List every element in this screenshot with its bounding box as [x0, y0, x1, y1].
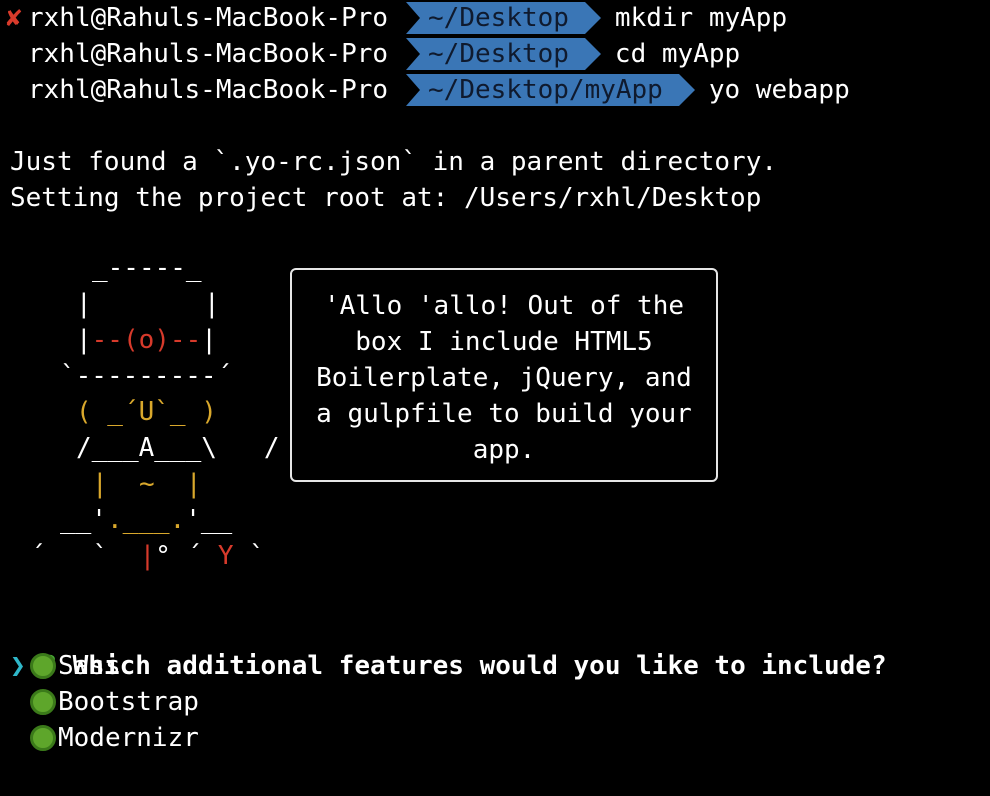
speech-line-5: app. — [472, 435, 536, 465]
art-row-2: | | — [76, 286, 220, 322]
prompt-line-3: rxhl@Rahuls-MacBook-Pro ~/Desktop/myApp … — [28, 72, 850, 108]
prompt-question: ? Which additional features would you li… — [10, 612, 886, 681]
option-bootstrap[interactable]: Bootstrap — [10, 684, 199, 720]
art-row-3-eyes: --(o)-- — [91, 325, 202, 355]
speech-line-4: a gulpfile to build your — [316, 399, 692, 429]
art-row-1: _-----_ — [92, 253, 202, 283]
art-row-9-d: Y — [217, 541, 234, 571]
art-row-3: |--(o)--| — [76, 322, 217, 358]
option-label: Modernizr — [58, 723, 199, 753]
option-label: Sass — [58, 651, 121, 681]
output-line-2: Setting the project root at: /Users/rxhl… — [10, 183, 762, 213]
prompt-line-1: ✘ rxhl@Rahuls-MacBook-Pro ~/Desktop mkdi… — [6, 0, 788, 36]
art-row-9-c: ° ´ — [155, 541, 218, 571]
prompt-command: cd myApp — [614, 39, 741, 69]
art-row-3-right: | — [201, 325, 217, 355]
art-row-9-e: ` — [233, 541, 265, 571]
checked-radio-icon[interactable] — [30, 689, 56, 715]
art-row-7: | ~ | — [92, 469, 202, 499]
output-line-1: Just found a `.yo-rc.json` in a parent d… — [10, 147, 778, 177]
checked-radio-icon[interactable] — [30, 653, 56, 679]
speech-line-1: 'Allo 'allo! Out of the — [323, 291, 685, 321]
art-row-8: __'.___.'__ — [60, 502, 232, 538]
prompt-user: rxhl@Rahuls-MacBook-Pro — [28, 75, 389, 105]
prompt-user: rxhl@Rahuls-MacBook-Pro — [28, 39, 389, 69]
speech-line-2: box I include HTML5 — [355, 327, 653, 357]
art-row-8-left: __' — [60, 505, 107, 535]
question-text: Which additional features would you like… — [72, 651, 887, 681]
art-row-9-b: | — [139, 541, 156, 571]
prompt-path-segment: ~/Desktop — [406, 38, 601, 70]
art-row-8-mid: .___. — [106, 505, 186, 535]
checked-radio-icon[interactable] — [30, 725, 56, 751]
prompt-user: rxhl@Rahuls-MacBook-Pro — [28, 3, 389, 33]
x-mark-icon: ✘ — [6, 3, 22, 33]
art-row-9: ´ ` |° ´ Y ` — [30, 538, 265, 574]
art-row-9-a: ´ ` — [30, 541, 140, 571]
option-sass[interactable]: ❯ Sass — [10, 648, 121, 684]
option-modernizr[interactable]: Modernizr — [10, 720, 199, 756]
terminal-window: { "prompts": [ {"status_icon": "x-mark-i… — [0, 0, 990, 796]
art-row-8-right: '__ — [185, 505, 233, 535]
prompt-path: ~/Desktop — [428, 39, 569, 69]
art-row-2-left: | — [76, 289, 92, 319]
prompt-command: yo webapp — [708, 75, 850, 105]
prompt-path: ~/Desktop/myApp — [428, 75, 663, 105]
art-row-2-right: | — [204, 289, 220, 319]
speech-line-3: Boilerplate, jQuery, and — [316, 363, 692, 393]
art-row-5: ( _´U`_ ) — [76, 397, 217, 427]
art-row-3-left: | — [76, 325, 92, 355]
speech-bubble: 'Allo 'allo! Out of the box I include HT… — [290, 268, 718, 482]
art-row-4: `---------´ — [60, 361, 233, 391]
pointer-icon: ❯ — [10, 651, 26, 681]
prompt-line-2: rxhl@Rahuls-MacBook-Pro ~/Desktop cd myA… — [28, 36, 740, 72]
prompt-path-segment: ~/Desktop — [406, 2, 601, 34]
prompt-command: mkdir myApp — [614, 3, 788, 33]
prompt-path-segment: ~/Desktop/myApp — [406, 74, 695, 106]
prompt-path: ~/Desktop — [428, 3, 569, 33]
art-row-6: /___A___\ / — [76, 433, 280, 463]
option-label: Bootstrap — [58, 687, 199, 717]
